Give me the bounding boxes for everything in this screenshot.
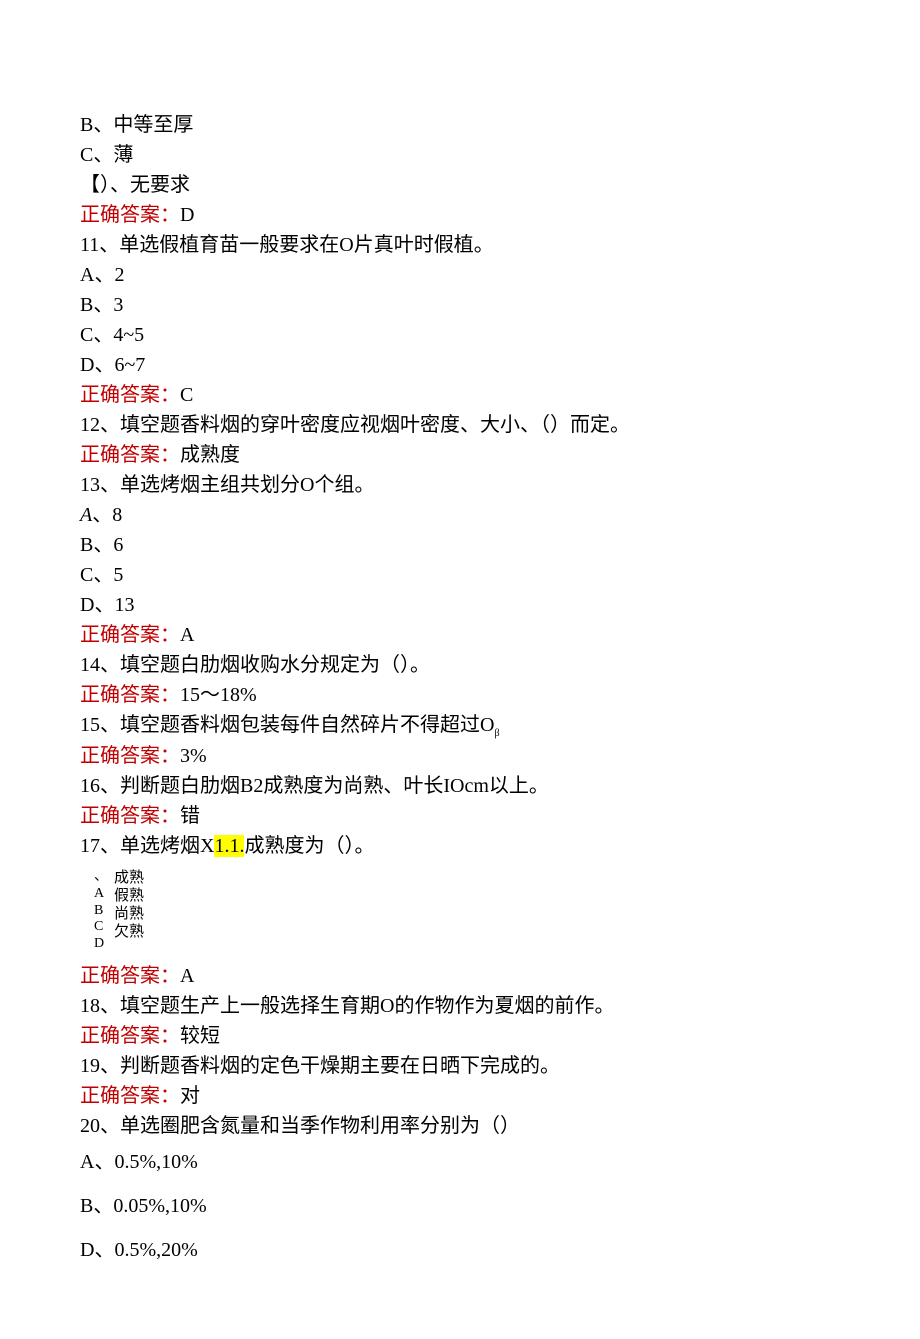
q11-option-a: A、2 [80, 260, 840, 290]
q19-text: 19、判断题香料烟的定色干燥期主要在日晒下完成的。 [80, 1051, 840, 1081]
q11-text: 11、单选假植育苗一般要求在O片真叶时假植。 [80, 230, 840, 260]
q20-option-b: B、0.05%,10% [80, 1191, 840, 1221]
answer-label: 正确答案： [80, 624, 180, 646]
q17-option-0: 成熟 [114, 869, 144, 887]
answer-label: 正确答案： [80, 805, 180, 827]
q13-option-a-label: A [80, 504, 92, 526]
q13-answer: 正确答案：A [80, 620, 840, 650]
q17-highlight: 1.1. [214, 835, 244, 857]
q17-label-4: D [94, 936, 108, 953]
q17-label-3: C [94, 919, 108, 936]
q18-answer: 正确答案：较短 [80, 1021, 840, 1051]
q13-text: 13、单选烤烟主组共划分O个组。 [80, 470, 840, 500]
q17-option-3: 欠熟 [114, 923, 144, 941]
q18-answer-value: 较短 [180, 1025, 220, 1047]
q11-answer-value: C [180, 384, 193, 406]
q16-answer: 正确答案：错 [80, 801, 840, 831]
q10-option-c: C、薄 [80, 140, 840, 170]
q12-text: 12、填空题香料烟的穿叶密度应视烟叶密度、大小、（）而定。 [80, 410, 840, 440]
q20-options: A、0.5%,10% B、0.05%,10% D、0.5%,20% [80, 1147, 840, 1265]
q15-answer: 正确答案：3% [80, 741, 840, 771]
q10-option-b: B、中等至厚 [80, 110, 840, 140]
q19-answer-value: 对 [180, 1085, 200, 1107]
q12-answer-value: 成熟度 [180, 444, 240, 466]
q15-text: 15、填空题香料烟包装每件自然碎片不得超过Oβ [80, 710, 840, 741]
answer-label: 正确答案： [80, 204, 180, 226]
q17-label-0: 、 [94, 869, 108, 886]
q17-text: 17、单选烤烟X1.1.成熟度为（）。 [80, 831, 840, 861]
q19-answer: 正确答案：对 [80, 1081, 840, 1111]
answer-label: 正确答案： [80, 684, 180, 706]
q13-answer-value: A [180, 624, 194, 646]
q17-text-a: 17、单选烤烟X [80, 835, 214, 857]
q15-text-a: 15、填空题香料烟包装每件自然碎片不得超过O [80, 714, 494, 736]
q13-option-a: A、8 [80, 500, 840, 530]
q14-answer-value: 15～18% [180, 684, 257, 706]
q16-answer-value: 错 [180, 805, 200, 827]
answer-label: 正确答案： [80, 965, 180, 987]
q16-text: 16、判断题白肋烟B2成熟度为尚熟、叶长IOcm以上。 [80, 771, 840, 801]
q17-option-labels: 、 A B C D [94, 869, 108, 953]
q17-option-2: 尚熟 [114, 905, 144, 923]
answer-label: 正确答案： [80, 745, 180, 767]
q17-option-1: 假熟 [114, 887, 144, 905]
q14-text: 14、填空题白肋烟收购水分规定为（）。 [80, 650, 840, 680]
answer-label: 正确答案： [80, 444, 180, 466]
q17-options: 、 A B C D 成熟 假熟 尚熟 欠熟 [80, 869, 840, 953]
q20-option-a: A、0.5%,10% [80, 1147, 840, 1177]
q10-option-d: 【）、无要求 [80, 170, 840, 200]
answer-label: 正确答案： [80, 1025, 180, 1047]
q11-option-b: B、3 [80, 290, 840, 320]
answer-label: 正确答案： [80, 384, 180, 406]
q20-text: 20、单选圈肥含氮量和当季作物利用率分别为（） [80, 1111, 840, 1141]
q17-answer-value: A [180, 965, 194, 987]
q14-answer: 正确答案：15～18% [80, 680, 840, 710]
q15-text-b: β [494, 728, 499, 739]
q17-label-1: A [94, 886, 108, 903]
q13-option-c: C、5 [80, 560, 840, 590]
q18-text: 18、填空题生产上一般选择生育期O的作物作为夏烟的前作。 [80, 991, 840, 1021]
q13-option-a-val: 、8 [92, 504, 122, 526]
q12-answer: 正确答案：成熟度 [80, 440, 840, 470]
q17-answer: 正确答案：A [80, 961, 840, 991]
q11-option-d: D、6~7 [80, 350, 840, 380]
q10-answer-value: D [180, 204, 194, 226]
q13-option-d: D、13 [80, 590, 840, 620]
q11-answer: 正确答案：C [80, 380, 840, 410]
q17-label-2: B [94, 903, 108, 920]
q20-option-d: D、0.5%,20% [80, 1235, 840, 1265]
answer-label: 正确答案： [80, 1085, 180, 1107]
q17-text-b: 成熟度为（）。 [244, 835, 374, 857]
q17-option-values: 成熟 假熟 尚熟 欠熟 [114, 869, 144, 941]
q15-answer-value: 3% [180, 745, 207, 767]
q10-answer: 正确答案：D [80, 200, 840, 230]
q13-option-b: B、6 [80, 530, 840, 560]
q11-option-c: C、4~5 [80, 320, 840, 350]
